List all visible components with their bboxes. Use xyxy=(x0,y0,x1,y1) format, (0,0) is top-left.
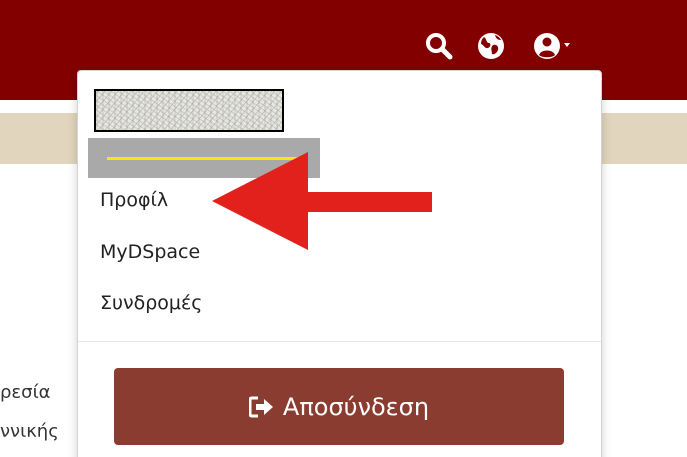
caret-down-icon xyxy=(564,43,570,47)
redacted-user-name xyxy=(94,89,284,132)
user-dropdown-menu: Προφίλ MyDSpace Συνδρομές Αποσύνδεση xyxy=(77,70,602,457)
menu-divider xyxy=(78,341,601,342)
menu-item-mydspace[interactable]: MyDSpace xyxy=(100,241,200,263)
user-menu-toggle[interactable] xyxy=(533,31,573,61)
highlight-line xyxy=(107,157,303,160)
redacted-user-email xyxy=(88,138,320,178)
search-icon[interactable] xyxy=(424,31,454,61)
user-icon xyxy=(534,33,560,59)
menu-item-subscriptions[interactable]: Συνδρομές xyxy=(100,292,202,314)
logout-button[interactable]: Αποσύνδεση xyxy=(114,368,564,445)
globe-icon[interactable] xyxy=(476,31,506,61)
background-text-line: ρεσία xyxy=(0,382,51,403)
background-text-line: ννικής xyxy=(0,421,59,442)
sign-out-icon xyxy=(248,396,275,418)
page: ρεσία ννικής Προφίλ MyDSpace Συνδρομές Α… xyxy=(0,0,687,457)
logout-label: Αποσύνδεση xyxy=(282,392,430,421)
menu-item-profile[interactable]: Προφίλ xyxy=(100,189,168,211)
